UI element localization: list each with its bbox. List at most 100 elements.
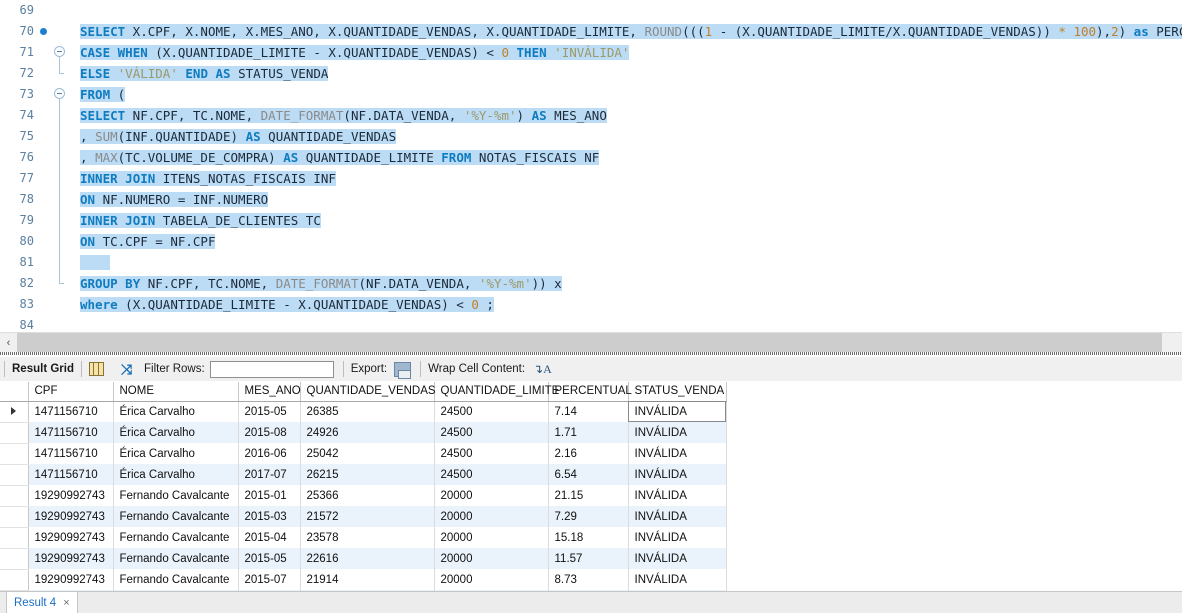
table-cell[interactable]: Fernando Cavalcante — [113, 548, 239, 569]
table-row[interactable]: 1471156710 Érica Carvalho 2015-08 24926 2450… — [0, 422, 727, 444]
code-line[interactable]: 74 SELECT NF.CPF, TC.NOME, DATE_FORMAT(NF… — [0, 105, 1182, 126]
table-cell[interactable]: INVÁLIDA — [628, 527, 727, 548]
table-cell[interactable]: 2.16 — [548, 443, 629, 464]
wrap-text-icon[interactable]: ↴A — [533, 362, 552, 377]
code-line[interactable]: 77 INNER JOIN ITENS_NOTAS_FISCAIS INF — [0, 168, 1182, 189]
table-cell[interactable]: 24500 — [434, 422, 549, 443]
code-line[interactable]: 82 GROUP BY NF.CPF, TC.NOME, DATE_FORMAT(… — [0, 273, 1182, 294]
table-cell[interactable]: 21914 — [300, 569, 435, 590]
code-line[interactable]: 69 — [0, 0, 1182, 21]
code-text[interactable]: , MAX(TC.VOLUME_DE_COMPRA) AS QUANTIDADE… — [64, 147, 1182, 168]
table-cell[interactable]: 24500 — [434, 443, 549, 464]
table-cell[interactable]: 2015-05 — [238, 401, 301, 422]
code-line[interactable]: 76, MAX(TC.VOLUME_DE_COMPRA) AS QUANTIDA… — [0, 147, 1182, 168]
column-header-status_venda[interactable]: STATUS_VENDA — [628, 382, 727, 402]
code-line[interactable]: 70 SELECT X.CPF, X.NOME, X.MES_ANO, X.QUA… — [0, 21, 1182, 42]
code-line[interactable]: 84 — [0, 315, 1182, 332]
column-header-quantidade_vendas[interactable]: QUANTIDADE_VENDAS — [300, 382, 436, 402]
table-cell[interactable]: 24926 — [300, 422, 435, 443]
grid-icon[interactable] — [88, 362, 104, 376]
close-icon[interactable]: × — [63, 597, 69, 609]
table-row[interactable]: 19290992743 Fernando Cavalcante 2015-04 235… — [0, 527, 727, 549]
code-text[interactable]: CASE WHEN (X.QUANTIDADE_LIMITE - X.QUANT… — [64, 42, 1182, 63]
table-cell[interactable]: 24500 — [434, 464, 549, 485]
row-selector[interactable] — [0, 569, 29, 591]
column-header-mes_ano[interactable]: MES_ANO — [238, 382, 301, 402]
table-cell[interactable]: 1471156710 — [28, 443, 114, 464]
table-cell[interactable]: 19290992743 — [28, 569, 114, 590]
table-cell[interactable]: 2015-05 — [238, 548, 301, 569]
table-cell[interactable]: 7.29 — [548, 506, 629, 527]
table-cell[interactable]: 6.54 — [548, 464, 629, 485]
table-cell[interactable]: 2015-07 — [238, 569, 301, 590]
table-cell[interactable]: 19290992743 — [28, 485, 114, 506]
code-text[interactable]: ELSE 'VÁLIDA' END AS STATUS_VENDA — [64, 63, 1182, 84]
table-cell[interactable]: 15.18 — [548, 527, 629, 548]
table-cell[interactable]: 1471156710 — [28, 401, 114, 422]
code-line[interactable]: 81 — [0, 252, 1182, 273]
scroll-left-arrow-icon[interactable]: ‹ — [0, 333, 17, 352]
code-text[interactable]: ON NF.NUMERO = INF.NUMERO — [64, 189, 1182, 210]
table-cell[interactable]: 1.71 — [548, 422, 629, 443]
table-row[interactable]: 19290992743 Fernando Cavalcante 2015-01 253… — [0, 485, 727, 507]
row-selector[interactable] — [0, 443, 29, 465]
code-line[interactable]: 75, SUM(INF.QUANTIDADE) AS QUANTIDADE_VE… — [0, 126, 1182, 147]
code-line[interactable]: 78 ON NF.NUMERO = INF.NUMERO — [0, 189, 1182, 210]
table-cell[interactable]: INVÁLIDA — [628, 485, 727, 506]
code-line[interactable]: 79 INNER JOIN TABELA_DE_CLIENTES TC — [0, 210, 1182, 231]
table-cell[interactable]: 19290992743 — [28, 548, 114, 569]
code-text[interactable]: INNER JOIN TABELA_DE_CLIENTES TC — [64, 210, 1182, 231]
table-cell[interactable]: 22616 — [300, 548, 435, 569]
table-cell[interactable]: 19290992743 — [28, 527, 114, 548]
table-cell[interactable]: Érica Carvalho — [113, 401, 239, 422]
result-tab-bar[interactable]: Result 4 × — [0, 591, 1182, 613]
code-text[interactable] — [64, 315, 1182, 332]
table-cell[interactable]: Érica Carvalho — [113, 443, 239, 464]
code-text[interactable] — [64, 0, 1182, 21]
code-text[interactable]: FROM ( — [64, 84, 1182, 105]
table-cell[interactable]: 2015-01 — [238, 485, 301, 506]
table-cell[interactable]: 20000 — [434, 569, 549, 590]
column-header-percentual[interactable]: PERCENTUAL — [548, 382, 632, 402]
table-cell[interactable]: 2015-04 — [238, 527, 301, 548]
breakpoint-dot-icon[interactable] — [40, 28, 47, 35]
table-cell[interactable]: 20000 — [434, 485, 549, 506]
code-text[interactable] — [64, 252, 1182, 273]
hscroll-thumb[interactable] — [17, 333, 1162, 352]
filter-rows-input[interactable] — [209, 360, 334, 378]
row-selector[interactable] — [0, 422, 29, 444]
table-cell[interactable]: 1471156710 — [28, 464, 114, 485]
sql-editor[interactable]: 69 70 SELECT X.CPF, X.NOME, X.MES_ANO, X.Q… — [0, 0, 1182, 332]
code-text[interactable]: where (X.QUANTIDADE_LIMITE - X.QUANTIDAD… — [64, 294, 1182, 315]
table-cell[interactable]: Érica Carvalho — [113, 464, 239, 485]
table-row[interactable]: 19290992743 Fernando Cavalcante 2015-05 226… — [0, 548, 727, 570]
row-selector[interactable] — [0, 401, 29, 423]
table-cell[interactable]: Érica Carvalho — [113, 422, 239, 443]
code-text[interactable]: INNER JOIN ITENS_NOTAS_FISCAIS INF — [64, 168, 1182, 189]
table-row[interactable]: 1471156710 Érica Carvalho 2017-07 26215 2450… — [0, 464, 727, 486]
hscroll-track[interactable] — [17, 333, 1182, 352]
table-row[interactable]: 1471156710 Érica Carvalho 2015-05 26385 2450… — [0, 401, 727, 423]
table-cell[interactable]: 11.57 — [548, 548, 629, 569]
table-row[interactable]: 19290992743 Fernando Cavalcante 2015-03 215… — [0, 506, 727, 528]
table-cell[interactable]: 19290992743 — [28, 506, 114, 527]
table-cell[interactable]: 2015-08 — [238, 422, 301, 443]
code-line[interactable]: 83 where (X.QUANTIDADE_LIMITE - X.QUANTID… — [0, 294, 1182, 315]
table-cell[interactable]: 20000 — [434, 548, 549, 569]
table-cell[interactable]: Fernando Cavalcante — [113, 485, 239, 506]
table-cell[interactable]: 7.14 — [548, 401, 629, 422]
table-cell[interactable]: 21572 — [300, 506, 435, 527]
code-lines[interactable]: 69 70 SELECT X.CPF, X.NOME, X.MES_ANO, X.Q… — [0, 0, 1182, 332]
table-row[interactable]: 1471156710 Érica Carvalho 2016-06 25042 2450… — [0, 443, 727, 465]
row-selector[interactable] — [0, 506, 29, 528]
table-cell[interactable]: 8.73 — [548, 569, 629, 590]
row-selector[interactable] — [0, 464, 29, 486]
code-text[interactable]: SELECT NF.CPF, TC.NOME, DATE_FORMAT(NF.D… — [64, 105, 1182, 126]
code-text[interactable]: GROUP BY NF.CPF, TC.NOME, DATE_FORMAT(NF… — [64, 273, 1182, 294]
table-cell[interactable]: Fernando Cavalcante — [113, 569, 239, 590]
code-text[interactable]: ON TC.CPF = NF.CPF — [64, 231, 1182, 252]
panel-splitter[interactable] — [0, 352, 1182, 356]
table-cell[interactable]: INVÁLIDA — [628, 443, 727, 464]
table-cell[interactable]: 20000 — [434, 506, 549, 527]
table-cell[interactable]: 2017-07 — [238, 464, 301, 485]
